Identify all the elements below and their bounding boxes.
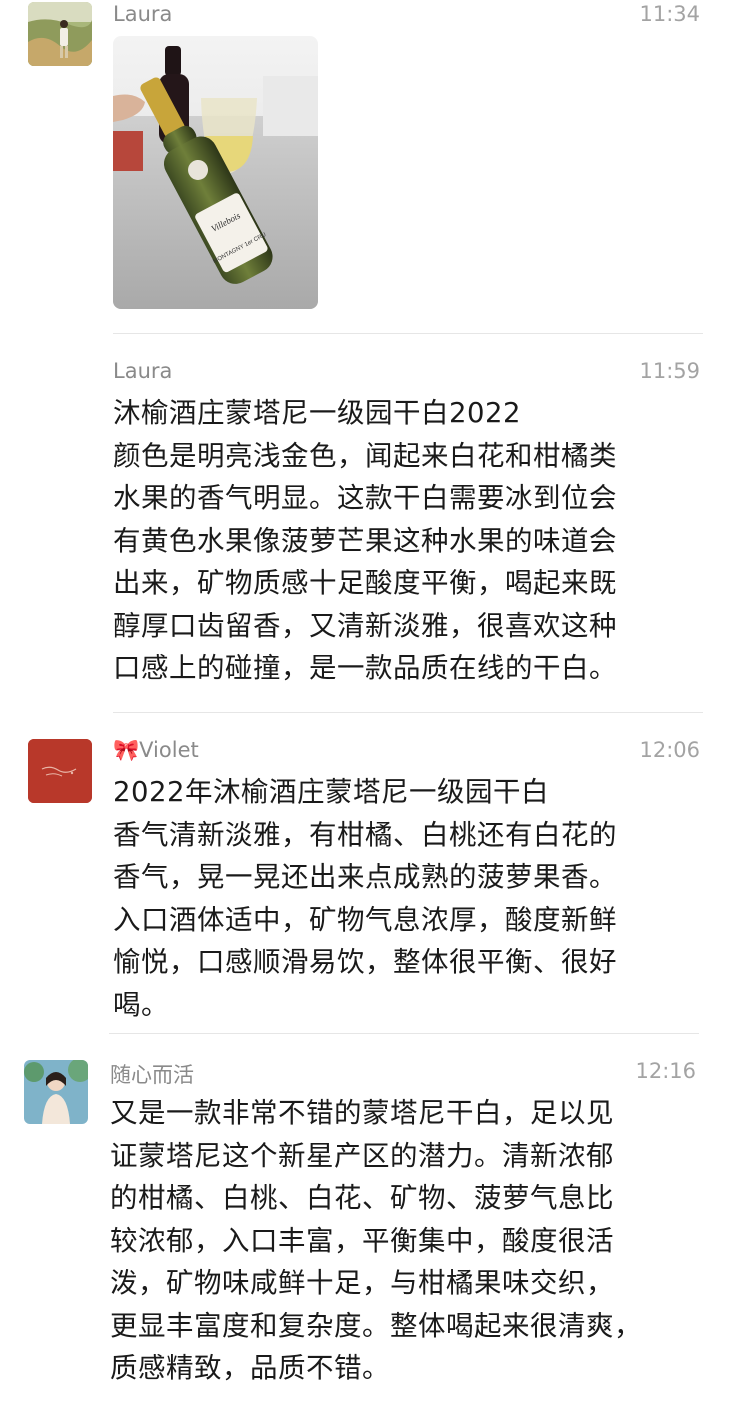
- message-time: 11:34: [639, 2, 700, 26]
- avatar-image: [24, 1060, 88, 1124]
- text-line: 又是一款非常不错的蒙塔尼干白，足以见: [110, 1097, 614, 1129]
- text-line: 证蒙塔尼这个新星产区的潜力。清新浓郁: [110, 1139, 614, 1172]
- message-divider: [113, 712, 703, 713]
- avatar-suixin[interactable]: [24, 1060, 88, 1124]
- text-line: 更显丰富度和复杂度。整体喝起来很清爽，: [110, 1309, 642, 1342]
- message-time: 11:59: [639, 359, 700, 383]
- message-text: 又是一款非常不错的蒙塔尼干白，足以见 证蒙塔尼这个新星产区的潜力。清新浓郁 的柑…: [110, 1092, 642, 1390]
- message-time: 12:06: [639, 738, 700, 762]
- text-line: 香气，晃一晃还出来点成熟的菠萝果香。: [113, 861, 617, 893]
- message-time: 12:16: [635, 1059, 696, 1083]
- text-line: 2022年沐榆酒庄蒙塔尼一级园干白: [113, 776, 549, 808]
- bow-emoji-icon: 🎀: [113, 738, 140, 762]
- message-divider: [109, 1033, 699, 1034]
- text-line: 入口酒体适中，矿物气息浓厚，酸度新鲜: [113, 903, 617, 936]
- text-line: 香气清新淡雅，有柑橘、白桃还有白花的: [113, 818, 617, 851]
- text-line: 出来，矿物质感十足酸度平衡，喝起来既: [113, 567, 617, 599]
- message-text: 沐榆酒庄蒙塔尼一级园干白2022 颜色是明亮浅金色，闻起来白花和柑橘类 水果的香…: [113, 392, 617, 690]
- text-line: 醇厚口齿留香，又清新淡雅，很喜欢这种: [113, 609, 617, 642]
- text-line: 愉悦，口感顺滑易饮，整体很平衡、很好: [113, 946, 617, 978]
- text-line: 颜色是明亮浅金色，闻起来白花和柑橘类: [113, 439, 617, 472]
- text-line: 有黄色水果像菠萝芒果这种水果的味道会: [113, 524, 617, 557]
- text-line: 较浓郁，入口丰富，平衡集中，酸度很活: [110, 1224, 614, 1257]
- author-label: Violet: [139, 738, 199, 762]
- author-name: 随心而活: [110, 1063, 194, 1087]
- text-line: 沐榆酒庄蒙塔尼一级园干白2022: [113, 397, 521, 429]
- text-line: 泼，矿物味咸鲜十足，与柑橘果味交织，: [110, 1267, 614, 1299]
- avatar-image: [28, 2, 92, 66]
- author-name: Laura: [113, 359, 173, 383]
- message-divider: [113, 333, 703, 334]
- text-line: 的柑橘、白桃、白花、矿物、菠萝气息比: [110, 1182, 614, 1214]
- author-name: 🎀Violet: [113, 738, 199, 763]
- text-line: 喝。: [113, 988, 169, 1021]
- avatar-violet[interactable]: [28, 739, 92, 803]
- text-line: 质感精致，品质不错。: [110, 1352, 390, 1384]
- wine-bottle-image: Villebois MONTAGNY 1er CRU: [113, 36, 318, 309]
- author-name: Laura: [113, 2, 173, 26]
- avatar-laura[interactable]: [28, 2, 92, 66]
- avatar-image: [28, 739, 92, 803]
- wine-photo[interactable]: Villebois MONTAGNY 1er CRU: [113, 36, 318, 309]
- message-text: 2022年沐榆酒庄蒙塔尼一级园干白 香气清新淡雅，有柑橘、白桃还有白花的 香气，…: [113, 771, 617, 1026]
- text-line: 口感上的碰撞，是一款品质在线的干白。: [113, 652, 617, 684]
- text-line: 水果的香气明显。这款干白需要冰到位会: [113, 482, 617, 514]
